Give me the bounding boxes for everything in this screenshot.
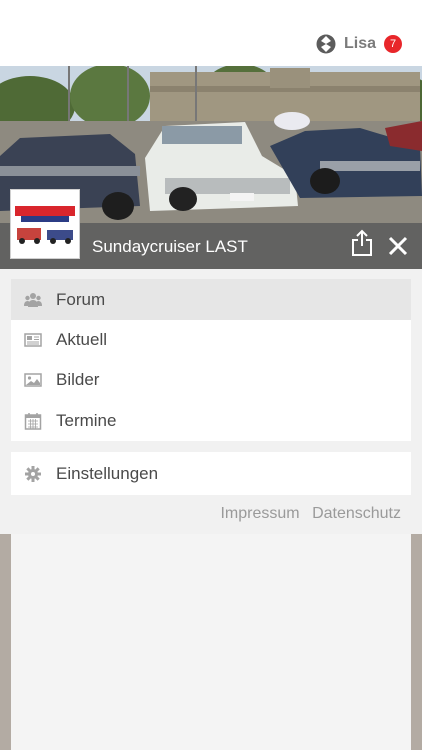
user-chip[interactable]: Lisa 7 [316,32,402,56]
menu-panel: Forum Aktuell Bilder Termine [11,279,411,441]
impressum-link[interactable]: Impressum [220,505,299,522]
menu-label-einstellungen: Einstellungen [56,463,159,483]
calendar-icon [24,412,42,430]
footer-links: Impressum Datenschutz [212,505,401,523]
group-hero: Sundaycruiser LAST [0,66,422,269]
menu-item-termine[interactable]: Termine [11,400,411,441]
share-icon[interactable] [350,229,374,257]
group-menu: Forum Aktuell Bilder Termine Einstellung… [0,269,422,534]
background-content [11,534,411,750]
menu-item-einstellungen[interactable]: Einstellungen [11,453,411,494]
menu-label-forum: Forum [56,289,106,309]
group-name: Sundaycruiser LAST [92,237,248,256]
menu-item-aktuell[interactable]: Aktuell [11,319,411,360]
menu-label-aktuell: Aktuell [56,329,108,349]
menu-label-termine: Termine [56,410,117,430]
news-icon [24,332,42,347]
forum-people-icon [24,292,42,307]
gear-icon [25,465,41,482]
datenschutz-link[interactable]: Datenschutz [312,505,401,522]
image-icon [24,372,42,387]
app-logo-icon [316,34,336,54]
menu-item-forum[interactable]: Forum [11,279,411,320]
top-bar: Lisa 7 [0,0,422,66]
group-logo[interactable] [11,190,79,258]
menu-label-bilder: Bilder [56,369,100,389]
menu-item-bilder[interactable]: Bilder [11,359,411,400]
user-name: Lisa [343,35,376,52]
group-logo-image [13,192,77,256]
close-icon[interactable] [388,236,408,256]
notification-badge: 7 [384,35,402,53]
settings-panel: Einstellungen [11,452,411,495]
